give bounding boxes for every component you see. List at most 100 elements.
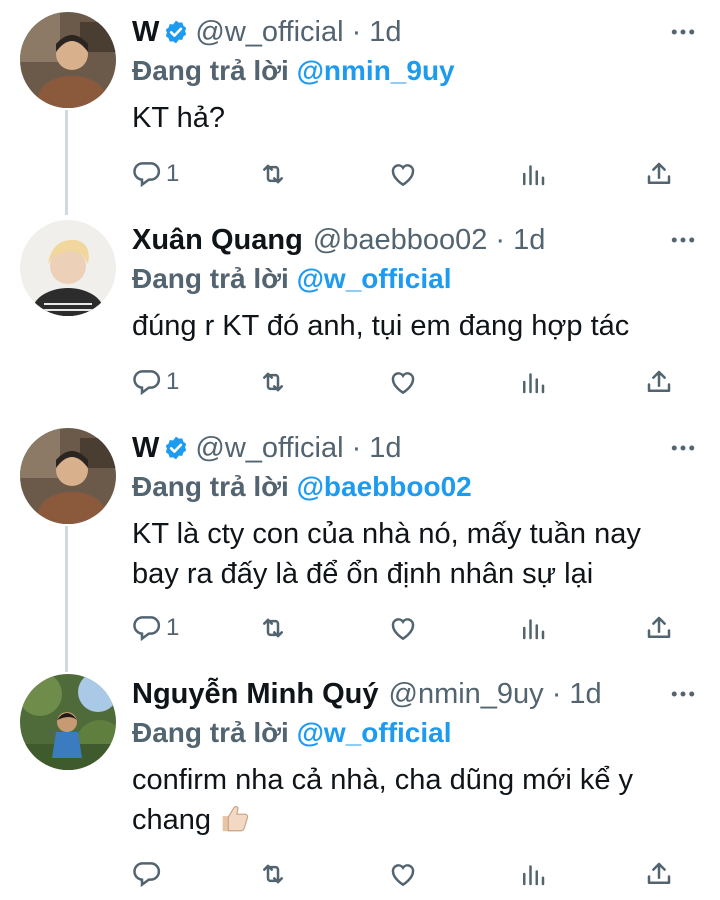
more-icon <box>671 237 695 243</box>
verified-badge-icon <box>166 436 187 460</box>
analytics-button[interactable] <box>518 154 548 194</box>
reply-count: 1 <box>166 614 180 641</box>
verified-badge-icon <box>166 20 187 44</box>
like-button[interactable] <box>388 608 418 648</box>
timestamp[interactable]: 1d <box>569 674 601 714</box>
retweet-icon <box>263 372 283 392</box>
more-icon <box>671 29 695 35</box>
reply-button[interactable] <box>132 854 166 894</box>
replying-to: Đang trả lời @nmin_9uy <box>132 52 700 90</box>
share-button[interactable] <box>644 608 674 648</box>
analytics-button[interactable] <box>518 362 548 402</box>
like-button[interactable] <box>388 154 418 194</box>
retweet-button[interactable] <box>258 854 288 894</box>
tweet-text: đúng r KT đó anh, tụi em đang hợp tác <box>132 306 700 346</box>
action-bar: 1 <box>132 608 692 648</box>
handle[interactable]: @w_official <box>195 428 343 468</box>
share-icon <box>647 862 671 884</box>
tweet-text-line: KT là cty con của nhà nó, mấy tuần nay <box>132 518 641 550</box>
tweet[interactable]: W @w_official · 1d Đang trả lời @baebboo… <box>0 428 720 668</box>
more-icon <box>671 691 695 697</box>
action-bar <box>132 854 692 894</box>
analytics-icon <box>523 865 545 886</box>
display-name[interactable]: Nguyễn Minh Quý <box>132 674 379 714</box>
tweet-header: W @w_official · 1d <box>132 428 700 468</box>
avatar[interactable] <box>20 12 116 108</box>
display-name[interactable]: W <box>132 428 159 468</box>
retweet-button[interactable] <box>258 362 288 402</box>
retweet-button[interactable] <box>258 154 288 194</box>
analytics-button[interactable] <box>518 854 548 894</box>
tweet-text: KT là cty con của nhà nó, mấy tuần nay b… <box>132 514 700 594</box>
like-icon <box>391 618 415 641</box>
retweet-icon <box>263 164 283 184</box>
tweet-text: confirm nha cả nhà, cha dũng mới kể y ch… <box>132 760 700 840</box>
tweet-text-line: confirm nha cả nhà, cha dũng mới kể y <box>132 764 634 796</box>
tweet-header: Xuân Quang @baebboo02 · 1d <box>132 220 700 260</box>
tweet-text-line: chang <box>132 804 212 836</box>
replying-prefix: Đang trả lời <box>132 55 289 86</box>
tweet-header: W @w_official · 1d <box>132 12 700 52</box>
reply-icon <box>133 370 161 396</box>
tweet[interactable]: Nguyễn Minh Quý @nmin_9uy · 1d Đang trả … <box>0 674 720 894</box>
handle[interactable]: @baebboo02 <box>313 220 488 260</box>
avatar[interactable] <box>20 220 116 316</box>
analytics-icon <box>523 619 545 640</box>
avatar[interactable] <box>20 428 116 524</box>
share-button[interactable] <box>644 154 674 194</box>
timestamp[interactable]: 1d <box>369 428 401 468</box>
more-button[interactable] <box>666 220 700 260</box>
thumbs-up-emoji <box>222 805 249 832</box>
analytics-icon <box>523 165 545 186</box>
replying-prefix: Đang trả lời <box>132 471 289 502</box>
display-name[interactable]: W <box>132 12 159 52</box>
tweet-text-line: KT hả? <box>132 102 225 134</box>
replying-to: Đang trả lời @w_official <box>132 714 700 752</box>
replying-mention[interactable]: @w_official <box>297 263 452 294</box>
more-button[interactable] <box>666 674 700 714</box>
like-icon <box>391 864 415 887</box>
analytics-button[interactable] <box>518 608 548 648</box>
replying-mention[interactable]: @nmin_9uy <box>297 55 455 86</box>
replying-prefix: Đang trả lời <box>132 263 289 294</box>
tweet[interactable]: W @w_official · 1d Đang trả lời @nmin_9u… <box>0 12 720 212</box>
avatar[interactable] <box>20 674 116 770</box>
retweet-button[interactable] <box>258 608 288 648</box>
timestamp[interactable]: 1d <box>513 220 545 260</box>
separator-dot: · <box>351 16 362 48</box>
share-icon <box>647 162 671 184</box>
more-button[interactable] <box>666 428 700 468</box>
reply-button[interactable]: 1 <box>132 154 179 194</box>
like-button[interactable] <box>388 362 418 402</box>
share-icon <box>647 616 671 638</box>
reply-count: 1 <box>166 368 180 395</box>
handle[interactable]: @w_official <box>195 12 343 52</box>
timestamp[interactable]: 1d <box>369 12 401 52</box>
share-button[interactable] <box>644 362 674 402</box>
handle[interactable]: @nmin_9uy <box>389 674 544 714</box>
reply-button[interactable]: 1 <box>132 362 179 402</box>
replying-mention[interactable]: @w_official <box>297 717 452 748</box>
tweet-text-line: đúng r KT đó anh, tụi em đang hợp tác <box>132 310 630 342</box>
separator-dot: · <box>495 224 506 256</box>
retweet-icon <box>263 864 283 884</box>
separator-dot: · <box>551 678 562 710</box>
action-bar: 1 <box>132 154 692 194</box>
more-button[interactable] <box>666 12 700 52</box>
share-icon <box>647 370 671 392</box>
reply-icon <box>133 862 161 888</box>
reply-button[interactable]: 1 <box>132 608 179 648</box>
replying-mention[interactable]: @baebboo02 <box>297 471 472 502</box>
replying-prefix: Đang trả lời <box>132 717 289 748</box>
share-button[interactable] <box>644 854 674 894</box>
reply-icon <box>133 162 161 188</box>
tweet-text-line-last: chang <box>132 800 700 840</box>
tweet[interactable]: Xuân Quang @baebboo02 · 1d Đang trả lời … <box>0 220 720 420</box>
replying-to: Đang trả lời @baebboo02 <box>132 468 700 506</box>
display-name[interactable]: Xuân Quang <box>132 220 303 260</box>
reply-icon <box>133 616 161 642</box>
tweet-header: Nguyễn Minh Quý @nmin_9uy · 1d <box>132 674 700 714</box>
replying-to: Đang trả lời @w_official <box>132 260 700 298</box>
tweet-text: KT hả? <box>132 98 700 138</box>
like-button[interactable] <box>388 854 418 894</box>
